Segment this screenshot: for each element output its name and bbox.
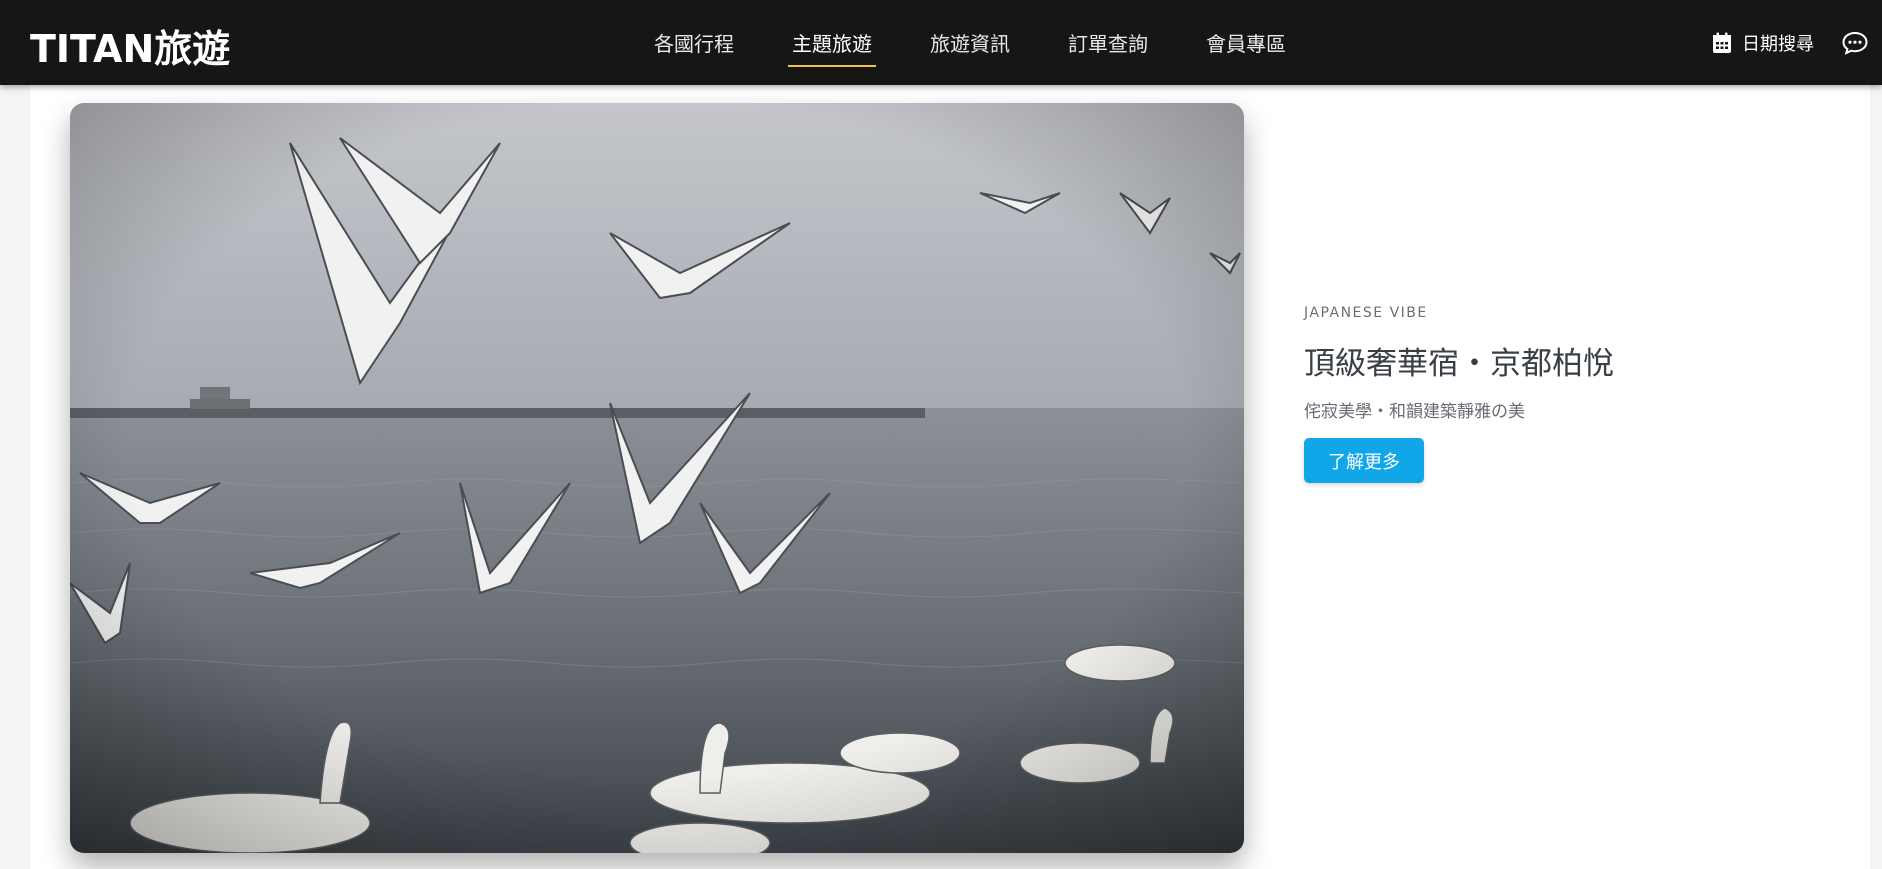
chat-bubble-icon	[1842, 31, 1868, 55]
date-search-label: 日期搜尋	[1742, 33, 1814, 55]
main-nav: 各國行程 主題旅遊 旅遊資訊 訂單查詢 會員專區	[650, 0, 1340, 85]
feature-title: 頂級奢華宿・京都柏悅	[1304, 346, 1614, 382]
feature-eyebrow: JAPANESE VIBE	[1304, 305, 1428, 321]
top-navbar: TITAN旅遊 各國行程 主題旅遊 旅遊資訊 訂單查詢 會員專區 日期搜尋	[0, 0, 1882, 85]
nav-item-countries[interactable]: 各國行程	[650, 28, 738, 57]
seagulls-swans-photo	[70, 103, 1244, 853]
feature-photo[interactable]	[70, 103, 1244, 853]
brand-logo[interactable]: TITAN旅遊	[30, 18, 230, 73]
nav-item-order-lookup[interactable]: 訂單查詢	[1064, 28, 1152, 57]
content-area	[30, 85, 1870, 869]
feature-subtitle: 侘寂美學・和韻建築靜雅の美	[1304, 402, 1525, 422]
nav-item-theme-travel[interactable]: 主題旅遊	[788, 28, 876, 67]
nav-item-member-area[interactable]: 會員專區	[1202, 28, 1290, 57]
nav-item-travel-info[interactable]: 旅遊資訊	[926, 28, 1014, 57]
navbar-actions: 日期搜尋	[1712, 0, 1882, 85]
calendar-icon	[1713, 32, 1731, 53]
date-search-button[interactable]: 日期搜尋	[1712, 30, 1814, 56]
learn-more-button[interactable]: 了解更多	[1304, 438, 1424, 483]
chat-button[interactable]	[1842, 31, 1868, 55]
